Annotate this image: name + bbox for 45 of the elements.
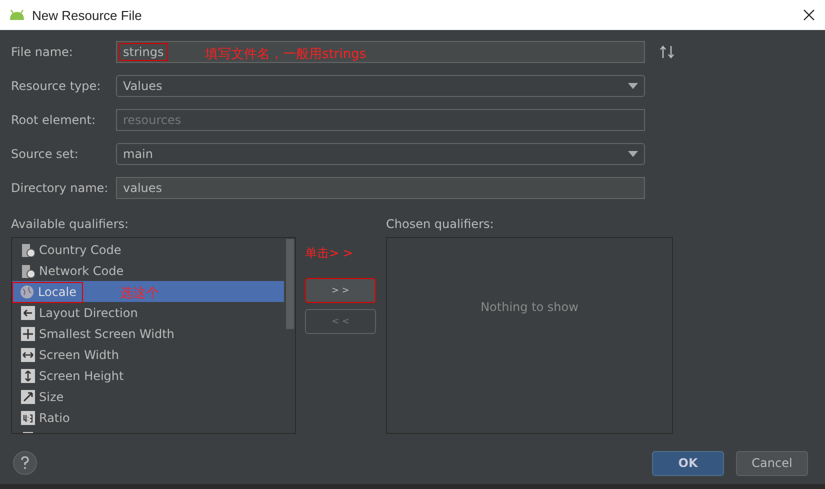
caret-icon bbox=[628, 83, 638, 89]
diagonal-arrow-icon bbox=[21, 390, 35, 404]
ok-button[interactable]: OK bbox=[652, 450, 724, 476]
window-title: New Resource File bbox=[32, 8, 142, 22]
list-item[interactable]: Ratio bbox=[12, 407, 284, 428]
arrow-icon bbox=[21, 306, 35, 320]
caret-icon bbox=[628, 151, 638, 157]
document-globe-icon bbox=[21, 264, 35, 278]
annotation-text: 填写文件名，一般用strings bbox=[205, 46, 366, 63]
field-label: Source set: bbox=[11, 147, 80, 161]
android-icon bbox=[8, 9, 26, 21]
empty-text: Nothing to show bbox=[480, 300, 578, 316]
section-label: Available qualifiers: bbox=[11, 217, 130, 231]
close-icon[interactable] bbox=[803, 9, 815, 21]
list-item[interactable]: Screen Height bbox=[12, 365, 284, 386]
list-item[interactable]: Smallest Screen Width bbox=[12, 323, 284, 344]
list-item[interactable]: Country Code bbox=[12, 239, 284, 260]
vertical-arrows-icon bbox=[21, 369, 35, 383]
question-mark-icon bbox=[20, 456, 30, 470]
horizontal-arrows-icon bbox=[21, 348, 35, 362]
field-label: Root element: bbox=[11, 113, 97, 127]
dropdown[interactable]: main bbox=[116, 143, 645, 165]
text-field[interactable]: values bbox=[116, 177, 645, 199]
cross-arrows-icon bbox=[21, 327, 35, 341]
field-label: File name: bbox=[11, 45, 74, 59]
document-globe-icon bbox=[21, 243, 35, 257]
text-field[interactable]: strings 填写文件名，一般用strings bbox=[116, 41, 645, 63]
field-label: Resource type: bbox=[11, 79, 102, 93]
field-label: Directory name: bbox=[11, 181, 110, 195]
scrollbar[interactable] bbox=[286, 239, 294, 329]
cancel-button[interactable]: Cancel bbox=[736, 450, 808, 476]
add-button[interactable]: > > bbox=[305, 278, 376, 303]
list-item[interactable]: Size bbox=[12, 386, 284, 407]
globe-icon bbox=[20, 285, 34, 299]
sort-icon[interactable] bbox=[659, 45, 675, 59]
help-button[interactable] bbox=[13, 451, 37, 475]
list-item[interactable]: Screen Width bbox=[12, 344, 284, 365]
ratio-icon bbox=[21, 411, 35, 425]
annotation-text: 选这个 bbox=[120, 285, 159, 302]
section-label: Chosen qualifiers: bbox=[386, 217, 495, 231]
list-item[interactable]: Layout Direction bbox=[12, 302, 284, 323]
list-item[interactable]: Locale 选这个 bbox=[12, 281, 284, 302]
list-item[interactable]: Network Code bbox=[12, 260, 284, 281]
annotation-text: 单击> > bbox=[305, 245, 353, 262]
dropdown[interactable]: Values bbox=[116, 75, 645, 97]
